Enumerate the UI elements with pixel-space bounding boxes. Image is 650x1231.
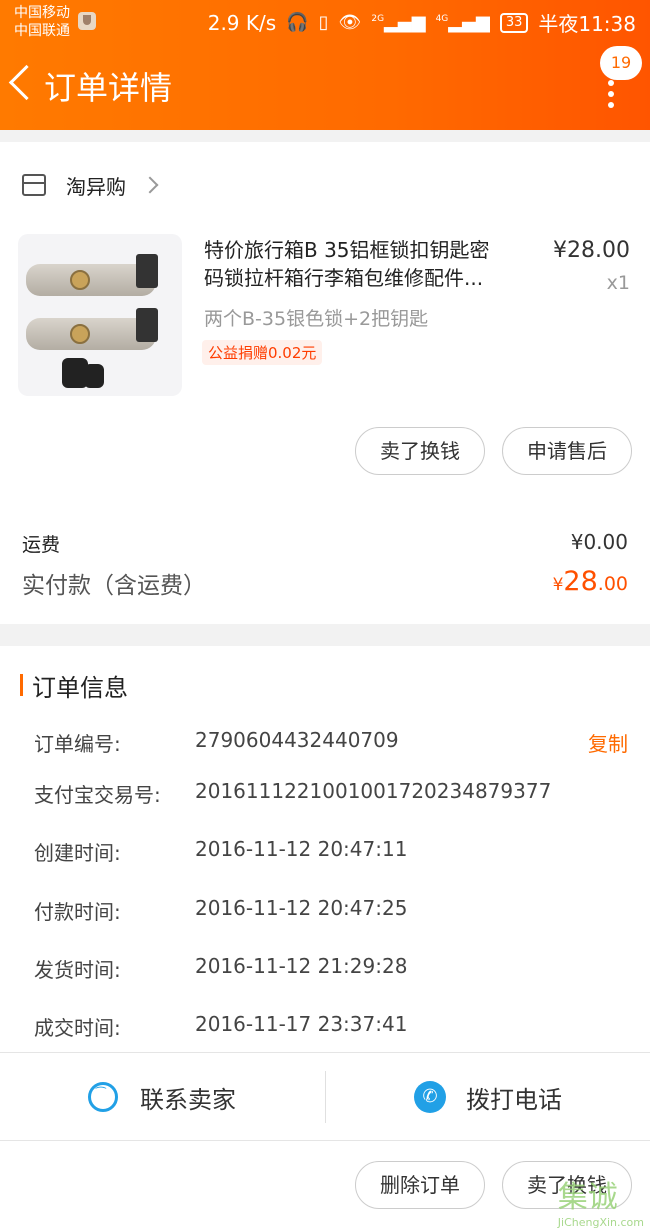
keyhole (70, 324, 90, 344)
call-phone-button[interactable]: ✆ 拨打电话 (414, 1053, 562, 1141)
vibrate-icon: ▯ (318, 12, 329, 33)
product-title[interactable]: 特价旅行箱B 35铝框锁扣钥匙密 码锁拉杆箱行李箱包维修配件... (204, 236, 534, 292)
info-value: 2016111221001001720234879377 (195, 779, 552, 803)
shop-icon (22, 174, 46, 196)
info-value: 2016-11-12 20:47:25 (195, 896, 408, 920)
carrier-2: 中国联通 (14, 23, 70, 39)
info-key: 成交时间: (34, 1016, 121, 1040)
divider (325, 1071, 326, 1123)
sell-for-cash-button[interactable]: 卖了换钱 (355, 427, 485, 475)
shop-row[interactable]: 淘异购 (22, 170, 159, 200)
battery-icon: 33 (499, 12, 529, 33)
page-title: 订单详情 (44, 69, 173, 107)
bottom-action-bar: 删除订单 卖了换钱 集诚 JiChengXin.com (0, 1140, 650, 1231)
paid-amount: ¥28.00 (553, 566, 628, 597)
paid-currency: ¥ (552, 575, 564, 595)
keyhole (70, 270, 90, 290)
info-key: 订单编号: (34, 732, 121, 756)
shipping-label: 运费 (22, 534, 61, 556)
request-aftersale-button[interactable]: 申请售后 (502, 427, 632, 475)
order-info-title: 订单信息 (32, 674, 128, 702)
watermark-url: JiChengXin.com (557, 1216, 644, 1229)
info-key: 发货时间: (34, 958, 121, 982)
signal-icon-2: 4G▂▄▆ (435, 12, 490, 33)
product-title-line2: 码锁拉杆箱行李箱包维修配件... (204, 266, 484, 290)
info-value: 2016-11-17 23:37:41 (195, 1012, 408, 1036)
app-header: 中国移动 中国联通 2.9 K/s 🎧 ▯ 👁 2G▂▄▆ 4G▂▄▆ 33 半… (0, 0, 650, 130)
signal-icon: 2G▂▄▆ (371, 12, 426, 33)
phone-icon: ✆ (414, 1081, 446, 1113)
info-value: 2016-11-12 21:29:28 (195, 954, 408, 978)
info-value: 2016-11-12 20:47:11 (195, 837, 408, 861)
call-phone-label: 拨打电话 (466, 1085, 562, 1114)
info-value: 2790604432440709 (195, 728, 399, 752)
chevron-right-icon (141, 176, 159, 194)
contact-seller-label: 联系卖家 (140, 1085, 236, 1114)
section-accent-bar (20, 674, 23, 696)
order-info-section: 订单信息 复制 订单编号: 2790604432440709 支付宝交易号: 2… (0, 646, 650, 1052)
order-card: 淘异购 特价旅行箱B 35铝框锁扣钥匙密 码锁拉杆箱行李箱包维修配件... ¥2… (0, 142, 650, 624)
info-key: 创建时间: (34, 841, 121, 865)
headset-icon: 🎧 (286, 12, 309, 33)
info-key: 支付宝交易号: (34, 783, 161, 807)
product-title-line1: 特价旅行箱B 35铝框锁扣钥匙密 (204, 238, 490, 262)
watermark-logo: 集诚 JiChengXin.com (558, 1172, 644, 1229)
paid-label: 实付款（含运费） (22, 573, 206, 599)
chat-icon (88, 1082, 118, 1112)
lock-cap (136, 308, 158, 342)
product-price: ¥28.00 (553, 238, 630, 263)
eye-icon: 👁 (338, 12, 362, 33)
key (84, 364, 104, 388)
back-icon[interactable] (8, 64, 45, 101)
carrier-1: 中国移动 (14, 5, 70, 21)
charity-tag: 公益捐赠0.02元 (202, 340, 323, 365)
paid-decimal: .00 (597, 573, 628, 595)
contact-seller-button[interactable]: 联系卖家 (88, 1053, 236, 1141)
carrier-info: 中国移动 中国联通 (14, 4, 70, 40)
product-spec: 两个B-35银色锁+2把钥匙 (204, 308, 429, 330)
info-key: 付款时间: (34, 900, 121, 924)
watermark-brand: 集诚 (557, 1180, 618, 1215)
copy-order-number-button[interactable]: 复制 (588, 728, 628, 757)
product-thumbnail[interactable] (18, 234, 182, 396)
shop-name: 淘异购 (66, 174, 126, 199)
message-badge[interactable]: 19 (600, 46, 642, 80)
more-menu-icon[interactable] (608, 80, 614, 108)
shipping-value: ¥0.00 (570, 530, 628, 554)
network-speed: 2.9 K/s (207, 10, 277, 35)
paid-integer: 28 (563, 566, 598, 597)
security-shield-icon (78, 12, 96, 30)
contact-bar: 联系卖家 ✆ 拨打电话 (0, 1052, 650, 1141)
status-bar-right: 2.9 K/s 🎧 ▯ 👁 2G▂▄▆ 4G▂▄▆ 33 半夜11:38 (208, 8, 636, 37)
product-quantity: x1 (606, 272, 630, 294)
lock-cap (136, 254, 158, 288)
clock: 半夜11:38 (538, 12, 636, 36)
delete-order-button[interactable]: 删除订单 (355, 1161, 485, 1209)
